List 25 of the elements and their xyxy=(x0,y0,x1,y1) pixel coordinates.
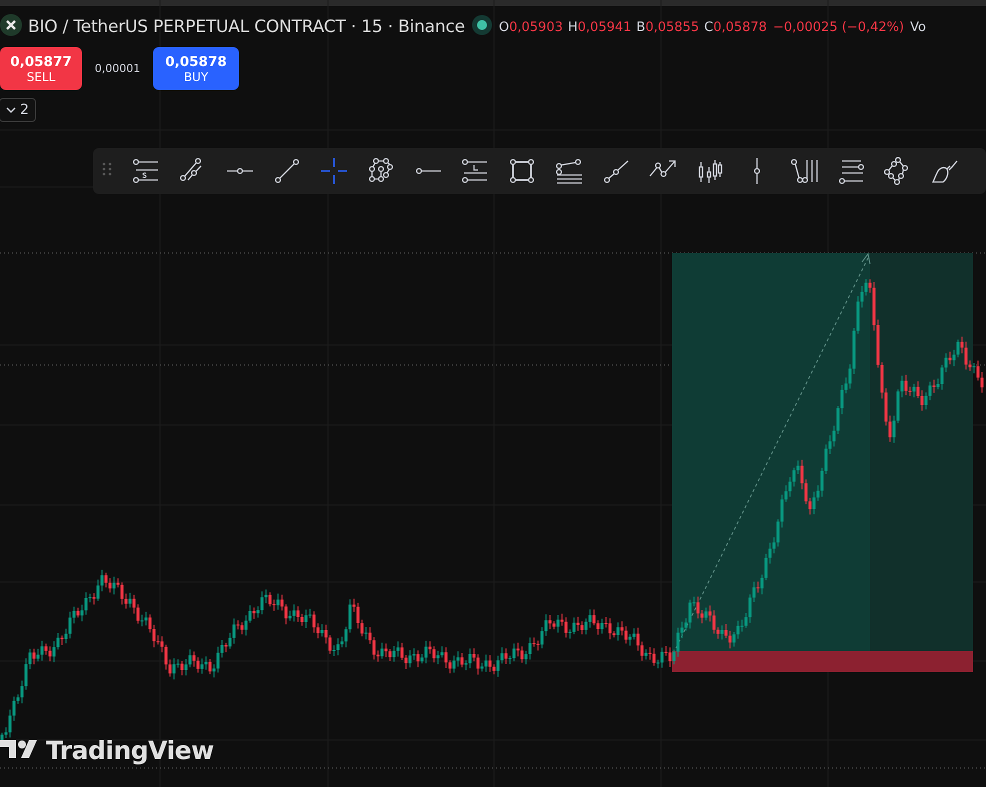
symbol-icon xyxy=(0,14,22,36)
price-change: −0,00025 (−0,42%) xyxy=(772,20,904,34)
crosshair-icon[interactable] xyxy=(320,157,348,185)
channel-s-icon[interactable] xyxy=(132,157,160,185)
ohlc-value: C0,05878 xyxy=(704,20,767,34)
candlestick-icon[interactable] xyxy=(696,157,724,185)
logo-wordmark: TradingView xyxy=(46,736,214,765)
fib-lines-icon[interactable] xyxy=(555,157,583,185)
volume-label: Vo xyxy=(910,20,926,34)
polygon-icon[interactable] xyxy=(367,157,395,185)
buy-button[interactable]: 0,05878 BUY xyxy=(153,47,239,90)
spread-value: 0,00001 xyxy=(94,62,142,75)
status-dot-icon xyxy=(470,14,493,36)
pitchfork-icon[interactable] xyxy=(790,157,818,185)
channel-l-icon[interactable] xyxy=(461,157,489,185)
chart-title: BIO / TetherUS PERPETUAL CONTRACT · 15 · Binance xyxy=(28,17,465,37)
indicators-toggle[interactable]: 2 xyxy=(0,98,36,122)
trend-line-icon[interactable] xyxy=(273,157,301,185)
ohlc-value: B0,05855 xyxy=(636,20,700,34)
ohlc-value: O0,05903 xyxy=(498,20,563,34)
long-position-drawing[interactable] xyxy=(672,252,973,672)
drag-handle-icon[interactable] xyxy=(101,161,113,177)
sell-button[interactable]: 0,05877 SELL xyxy=(0,47,82,90)
chevron-down-icon xyxy=(6,106,16,114)
ohlc-value: H0,05941 xyxy=(568,20,632,34)
